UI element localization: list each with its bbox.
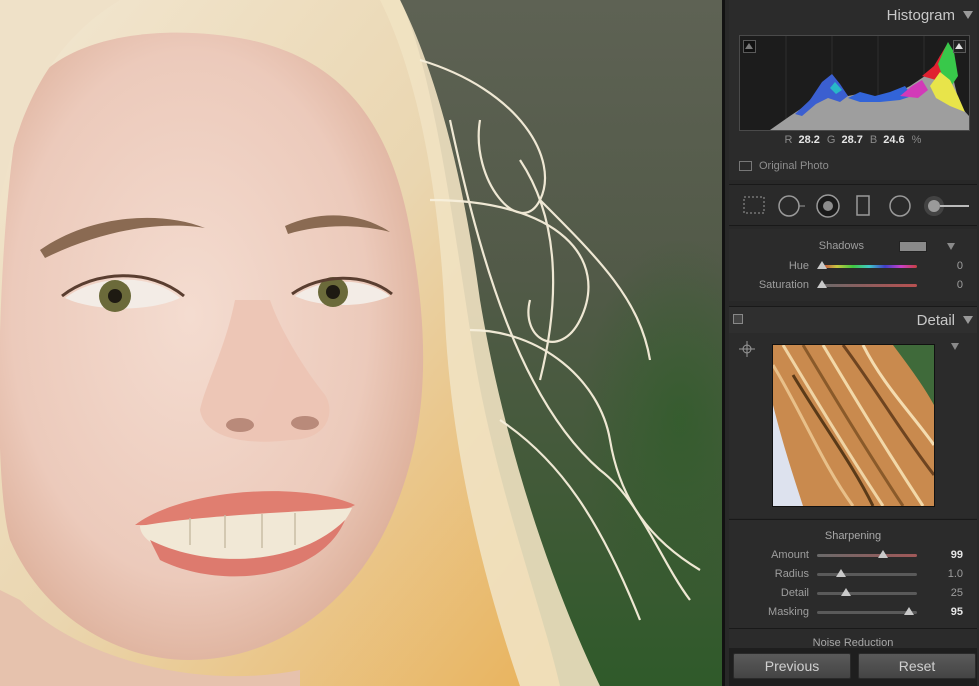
saturation-label: Saturation [758,279,809,291]
amount-slider-thumb[interactable] [878,550,888,558]
masking-value[interactable]: 95 [933,606,963,618]
collapse-triangle-icon[interactable] [951,343,959,350]
hue-slider-thumb[interactable] [817,261,827,269]
original-photo-toggle[interactable]: Original Photo [739,160,829,172]
sharpening-panel: Sharpening Amount 99 Radius 1.0 Detail 25 Mask… [729,519,977,628]
radius-slider-thumb[interactable] [836,569,846,577]
target-crosshair-icon[interactable] [739,341,755,357]
highlight-clipping-toggle[interactable] [953,40,966,53]
radial-filter-icon[interactable] [887,194,913,218]
shadows-color-swatch[interactable] [899,241,927,252]
shadows-label: Shadows [818,240,864,252]
detail-slider-thumb[interactable] [841,588,851,596]
collapse-triangle-icon[interactable] [963,316,973,324]
shadow-clipping-toggle[interactable] [743,40,756,53]
sharpening-title: Sharpening [824,530,882,542]
photo-canvas[interactable] [0,0,722,686]
detail-preview-panel [729,333,977,518]
noise-reduction-panel: Noise Reduction [729,628,977,649]
original-photo-checkbox[interactable] [739,161,752,171]
tool-strip [729,184,977,226]
reset-button[interactable]: Reset [858,653,976,679]
rgb-readout: R 28.2 G 28.7 B 24.6% [784,134,922,146]
saturation-value[interactable]: 0 [933,279,963,291]
collapse-triangle-icon[interactable] [963,11,973,19]
amount-label: Amount [771,549,809,561]
red-eye-icon[interactable] [815,194,841,218]
detail-label: Detail [780,587,809,599]
amount-slider[interactable] [817,554,917,557]
previous-button[interactable]: Previous [733,653,851,679]
hue-label: Hue [788,260,809,272]
masking-slider[interactable] [817,611,917,614]
adjustment-brush-icon[interactable] [923,194,973,218]
masking-slider-thumb[interactable] [904,607,914,615]
histogram-chart [740,36,969,130]
portrait-photo [0,0,701,686]
hue-value[interactable]: 0 [933,260,963,272]
amount-value[interactable]: 99 [933,549,963,561]
histogram-title: Histogram [886,6,955,24]
saturation-slider-thumb[interactable] [817,280,827,288]
detail-header[interactable]: Detail [729,306,977,334]
detail-zoom-preview[interactable] [772,344,935,507]
develop-right-panel: Histogram R 28.2 G 28.7 B 24.6% Original… [722,0,979,686]
saturation-slider[interactable] [821,284,917,287]
histogram-header[interactable]: Histogram [729,0,977,30]
radius-value[interactable]: 1.0 [933,568,963,580]
hair-closeup-image [773,345,934,506]
graduated-filter-icon[interactable] [853,194,873,218]
histogram-panel: Histogram R 28.2 G 28.7 B 24.6% Original… [729,0,977,180]
radius-label: Radius [774,568,809,580]
hue-slider[interactable] [821,265,917,268]
radius-slider[interactable] [817,573,917,576]
histogram-graph[interactable] [739,35,970,131]
panel-footer: Previous Reset [729,648,977,686]
crop-overlay-icon[interactable] [741,194,767,216]
masking-label: Masking [768,606,809,618]
spot-removal-icon[interactable] [777,194,807,218]
detail-value[interactable]: 25 [933,587,963,599]
collapse-triangle-icon[interactable] [947,243,955,250]
detail-slider[interactable] [817,592,917,595]
detail-title: Detail [916,311,955,329]
detail-panel-switch[interactable] [733,314,743,324]
split-toning-panel: Shadows Hue 0 Saturation 0 [729,229,977,301]
